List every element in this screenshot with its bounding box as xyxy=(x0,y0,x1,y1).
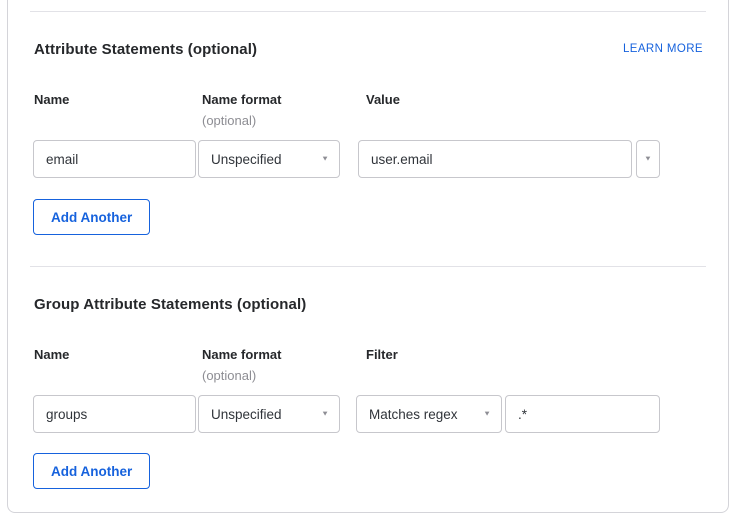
attribute-value-input[interactable] xyxy=(358,140,632,178)
group-filter-type-select[interactable]: Matches regex ▼ xyxy=(356,395,502,433)
chevron-down-icon: ▼ xyxy=(321,155,329,162)
group-attribute-name-format-selected: Unspecified xyxy=(211,407,282,422)
column-header-name-format: Name format xyxy=(202,92,281,107)
column-header-name: Name xyxy=(34,347,69,362)
learn-more-link[interactable]: LEARN MORE xyxy=(623,43,703,55)
chevron-down-icon: ▼ xyxy=(483,410,491,417)
add-another-group-attribute-button[interactable]: Add Another xyxy=(33,453,150,489)
attribute-value-dropdown-button[interactable]: ▼ xyxy=(636,140,660,178)
column-header-value: Value xyxy=(366,92,400,107)
attribute-name-input[interactable] xyxy=(33,140,196,178)
name-format-optional-note: (optional) xyxy=(202,113,256,128)
attribute-statements-title: Attribute Statements (optional) xyxy=(34,41,257,58)
column-header-name-format: Name format xyxy=(202,347,281,362)
column-header-filter: Filter xyxy=(366,347,398,362)
chevron-down-icon: ▼ xyxy=(644,155,652,162)
group-attribute-statements-title: Group Attribute Statements (optional) xyxy=(34,296,306,313)
column-header-name: Name xyxy=(34,92,69,107)
group-filter-value-input[interactable] xyxy=(505,395,660,433)
group-attribute-name-input[interactable] xyxy=(33,395,196,433)
chevron-down-icon: ▼ xyxy=(321,410,329,417)
name-format-optional-note: (optional) xyxy=(202,368,256,383)
add-another-attribute-button[interactable]: Add Another xyxy=(33,199,150,235)
attribute-name-format-select[interactable]: Unspecified ▼ xyxy=(198,140,340,178)
section-divider xyxy=(30,266,706,267)
settings-card xyxy=(7,0,729,513)
group-filter-type-selected: Matches regex xyxy=(369,407,458,422)
section-divider xyxy=(30,11,706,12)
group-attribute-name-format-select[interactable]: Unspecified ▼ xyxy=(198,395,340,433)
attribute-name-format-selected: Unspecified xyxy=(211,152,282,167)
